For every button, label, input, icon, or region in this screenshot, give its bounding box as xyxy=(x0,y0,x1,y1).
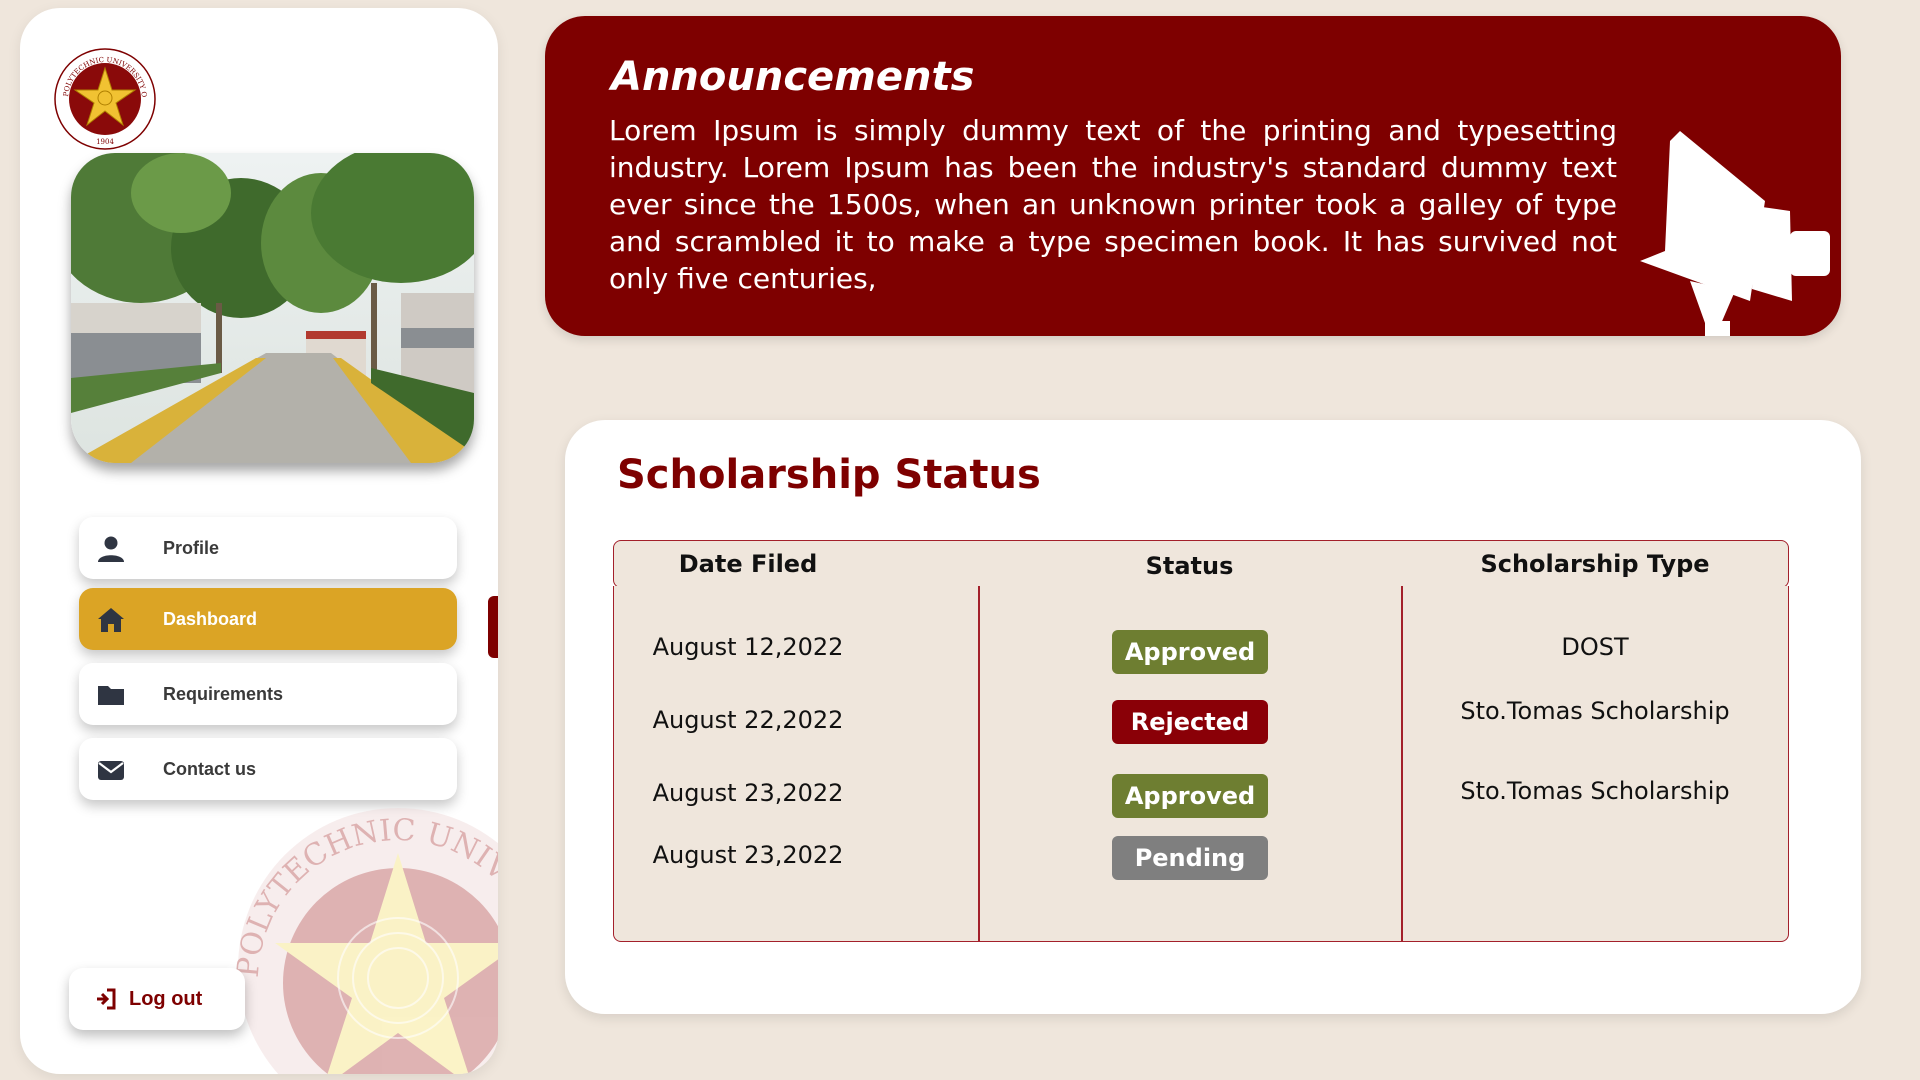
column-header-scholarship-type: Scholarship Type xyxy=(1480,550,1710,578)
sidebar-item-profile[interactable]: Profile xyxy=(79,517,457,579)
announcements-panel: Announcements Lorem Ipsum is simply dumm… xyxy=(545,16,1841,336)
envelope-icon xyxy=(97,756,125,784)
folder-icon xyxy=(97,681,125,709)
column-header-status: Status xyxy=(1145,552,1234,580)
sidebar-item-dashboard[interactable]: Dashboard xyxy=(79,588,457,650)
scholarship-status-card: Scholarship Status Date Filed Status Sch… xyxy=(565,420,1861,1014)
table-cell-scholarship-type: Sto.Tomas Scholarship xyxy=(1460,777,1730,805)
column-divider xyxy=(978,586,980,942)
announcements-body: Lorem Ipsum is simply dummy text of the … xyxy=(609,114,1617,295)
sidebar-item-label: Requirements xyxy=(163,684,284,704)
home-icon xyxy=(97,606,125,634)
table-cell-date: August 12,2022 xyxy=(652,633,844,661)
person-icon xyxy=(97,535,125,563)
sidebar-item-label: Contact us xyxy=(163,759,257,779)
table-cell-date: August 23,2022 xyxy=(652,841,844,869)
logout-button[interactable]: Log out xyxy=(69,968,245,1030)
table-cell-date: August 23,2022 xyxy=(652,779,844,807)
table-cell-scholarship-type: Sto.Tomas Scholarship xyxy=(1460,697,1730,725)
megaphone-icon xyxy=(1640,131,1830,336)
sidebar: POLYTECHNIC UNIVERSITY OF THE PHILIPPINE… xyxy=(20,8,498,1074)
active-nav-indicator xyxy=(488,596,498,658)
status-badge: Approved xyxy=(1112,630,1268,674)
logout-icon xyxy=(95,988,117,1010)
sidebar-item-label: Profile xyxy=(163,538,220,558)
status-badge: Rejected xyxy=(1112,700,1268,744)
university-logo-icon[interactable]: POLYTECHNIC UNIVERSITY OF THE PHILIPPINE… xyxy=(50,44,160,154)
scholarship-table: Date Filed Status Scholarship Type Augus… xyxy=(613,540,1789,942)
table-cell-date: August 22,2022 xyxy=(652,706,844,734)
announcements-title: Announcements xyxy=(611,54,975,100)
table-cell-scholarship-type: DOST xyxy=(1561,633,1629,661)
logout-label: Log out xyxy=(129,988,203,1010)
sidebar-item-label: Dashboard xyxy=(163,609,258,629)
status-badge: Pending xyxy=(1112,836,1268,880)
sidebar-item-contact[interactable]: Contact us xyxy=(79,738,457,800)
sidebar-item-requirements[interactable]: Requirements xyxy=(79,663,457,725)
scholarship-status-title: Scholarship Status xyxy=(617,452,1041,498)
university-seal-watermark: POLYTECHNIC UNIVERSITY OF THE PHILIPPINE… xyxy=(228,798,498,1074)
campus-photo xyxy=(71,153,474,463)
column-header-date-filed: Date Filed xyxy=(678,550,818,578)
status-badge: Approved xyxy=(1112,774,1268,818)
svg-text:1904: 1904 xyxy=(96,138,114,146)
